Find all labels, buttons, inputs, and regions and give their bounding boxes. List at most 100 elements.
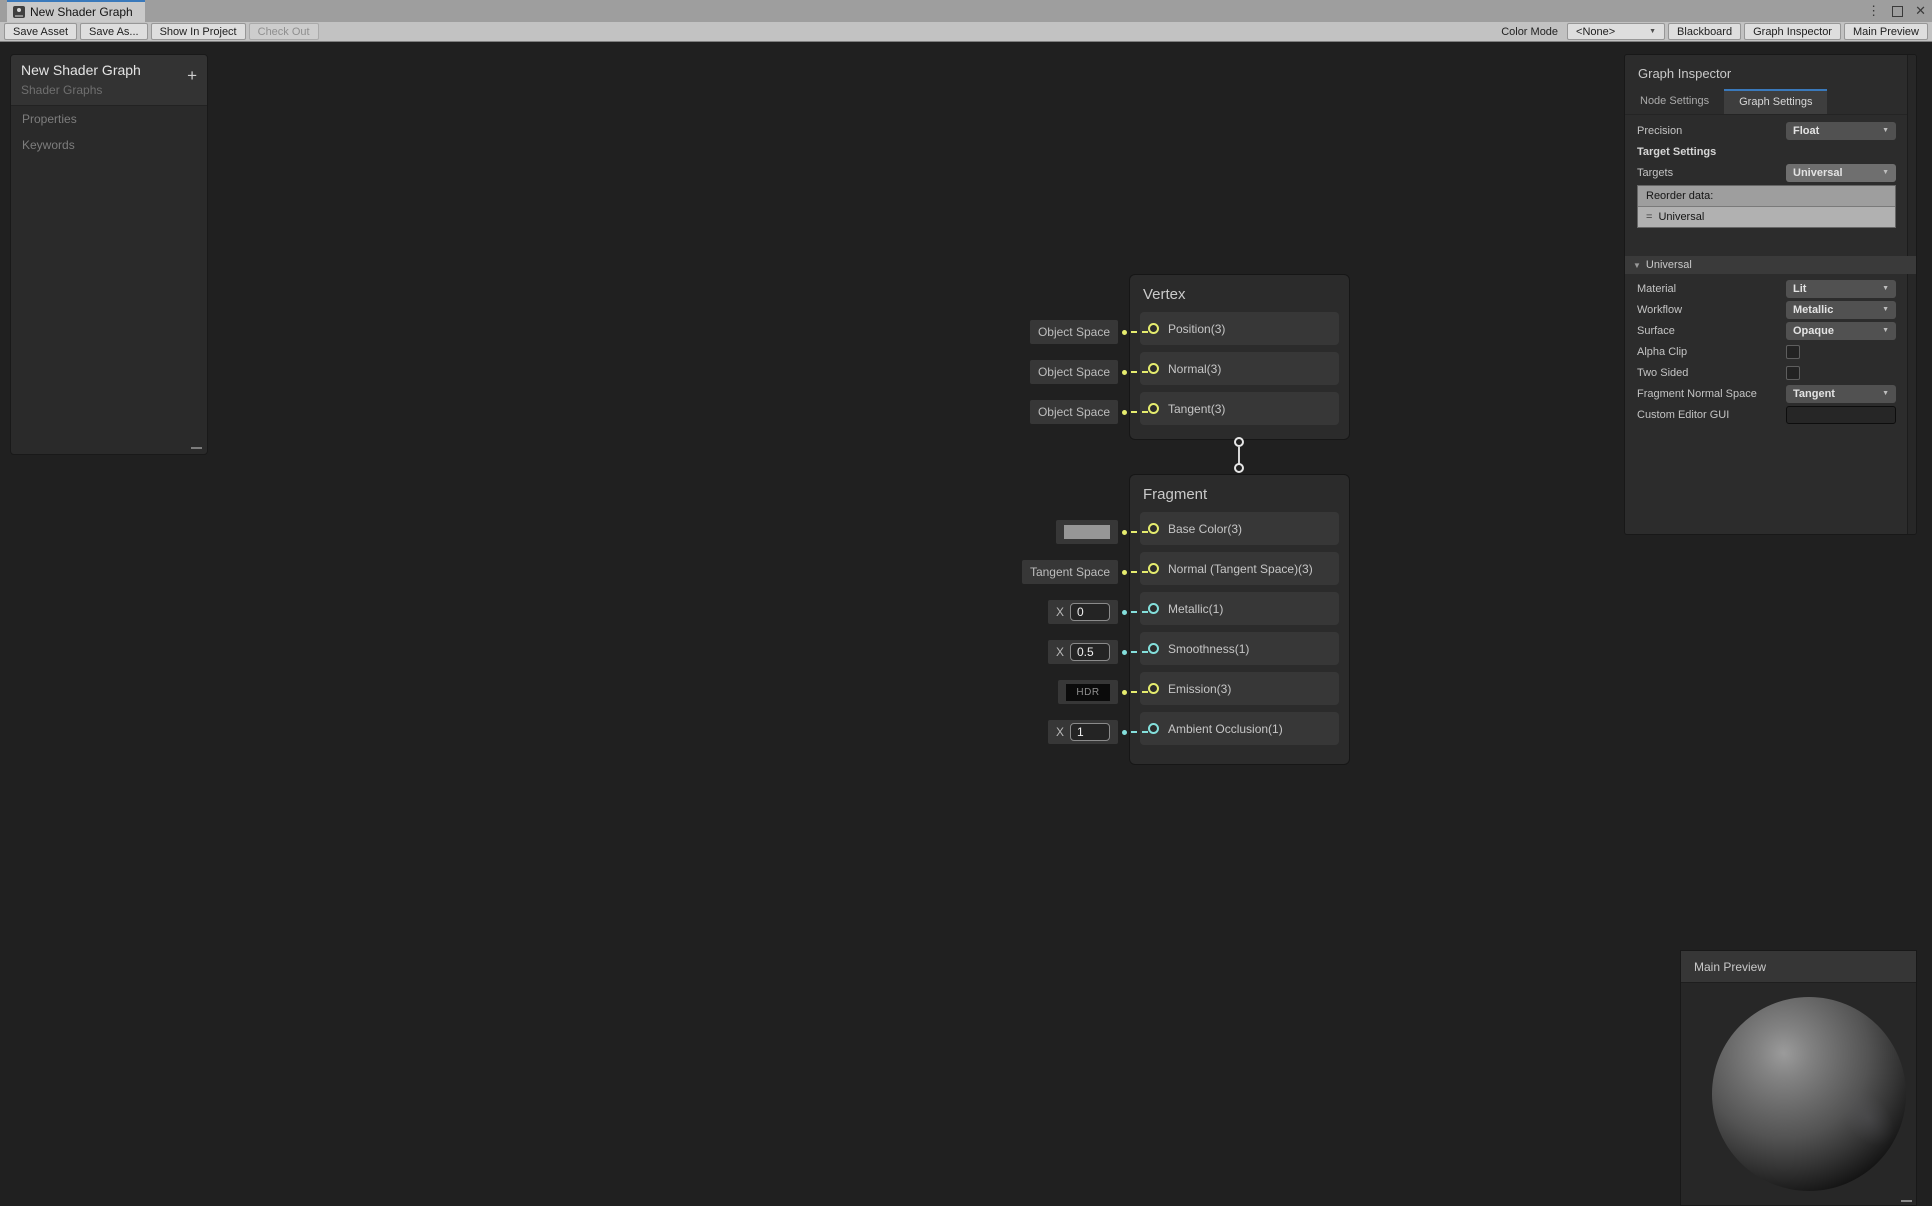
main-preview-toggle-button[interactable]: Main Preview: [1844, 23, 1928, 40]
blackboard-toggle-button[interactable]: Blackboard: [1668, 23, 1741, 40]
reorder-item-universal[interactable]: = Universal: [1638, 207, 1895, 227]
normal-ts-space-dropdown[interactable]: Tangent Space: [1022, 560, 1118, 584]
port-normal-ts-icon[interactable]: [1148, 563, 1159, 574]
vertex-slot-tangent[interactable]: Tangent(3): [1140, 392, 1339, 425]
title-bar: New Shader Graph ⋮ ✕: [0, 0, 1932, 22]
add-property-button[interactable]: +: [187, 69, 197, 83]
surface-value: Opaque: [1793, 325, 1834, 337]
port-emission-label: Emission(3): [1168, 682, 1231, 696]
edge-dot: [1122, 530, 1127, 535]
fragment-slot-smoothness[interactable]: Smoothness(1): [1140, 632, 1339, 665]
vertex-out-port-icon[interactable]: [1234, 437, 1244, 447]
preview-resize-handle[interactable]: [1901, 1200, 1912, 1202]
metallic-value-input[interactable]: 0: [1070, 603, 1110, 621]
graph-inspector-toggle-button[interactable]: Graph Inspector: [1744, 23, 1841, 40]
inspector-body: Precision Float ▼ Target Settings Target…: [1625, 115, 1916, 431]
fragment-normal-space-dropdown[interactable]: Tangent ▼: [1786, 385, 1896, 403]
port-smoothness-icon[interactable]: [1148, 643, 1159, 654]
preview-sphere[interactable]: [1712, 997, 1906, 1191]
position-space-dropdown[interactable]: Object Space: [1030, 320, 1118, 344]
surface-dropdown[interactable]: Opaque ▼: [1786, 322, 1896, 340]
port-normal-label: Normal(3): [1168, 362, 1221, 376]
surface-row: Surface Opaque ▼: [1637, 320, 1896, 341]
save-as-button[interactable]: Save As...: [80, 23, 148, 40]
surface-label: Surface: [1637, 325, 1786, 337]
precision-value: Float: [1793, 125, 1819, 137]
port-tangent-icon[interactable]: [1148, 403, 1159, 414]
edge-dot: [1122, 370, 1127, 375]
port-normal-icon[interactable]: [1148, 363, 1159, 374]
tangent-space-dropdown[interactable]: Object Space: [1030, 400, 1118, 424]
custom-editor-gui-input[interactable]: [1786, 406, 1896, 424]
vertex-slot-normal[interactable]: Normal(3): [1140, 352, 1339, 385]
smoothness-input-group: X 0.5: [1048, 640, 1118, 664]
workflow-dropdown[interactable]: Metallic ▼: [1786, 301, 1896, 319]
port-position-icon[interactable]: [1148, 323, 1159, 334]
fragment-slot-metallic[interactable]: Metallic(1): [1140, 592, 1339, 625]
fragment-normal-space-value: Tangent: [1793, 388, 1835, 400]
vertex-node[interactable]: Vertex Position(3) Normal(3) Tangent(3): [1129, 274, 1350, 440]
smoothness-value-input[interactable]: 0.5: [1070, 643, 1110, 661]
material-dropdown[interactable]: Lit ▼: [1786, 280, 1896, 298]
workflow-label: Workflow: [1637, 304, 1786, 316]
tab-new-shader-graph[interactable]: New Shader Graph: [7, 0, 145, 22]
fragment-slot-base-color[interactable]: Base Color(3): [1140, 512, 1339, 545]
show-in-project-button[interactable]: Show In Project: [151, 23, 246, 40]
precision-dropdown[interactable]: Float ▼: [1786, 122, 1896, 140]
blackboard-section-keywords[interactable]: Keywords: [11, 132, 207, 158]
fragment-in-port-icon[interactable]: [1234, 463, 1244, 473]
graph-canvas[interactable]: New Shader Graph Shader Graphs + Propert…: [0, 42, 1932, 1206]
two-sided-checkbox[interactable]: [1786, 366, 1800, 380]
window-controls: ⋮ ✕: [1867, 0, 1926, 22]
targets-dropdown[interactable]: Universal ▼: [1786, 164, 1896, 182]
blackboard-resize-handle[interactable]: [191, 447, 202, 449]
maximize-icon[interactable]: [1892, 6, 1903, 17]
position-space-value: Object Space: [1038, 325, 1110, 339]
chevron-down-icon: ▼: [1882, 390, 1889, 397]
window-menu-icon[interactable]: ⋮: [1867, 0, 1880, 22]
color-mode-dropdown[interactable]: <None> ▼: [1567, 23, 1665, 40]
fragment-slot-ambient-occlusion[interactable]: Ambient Occlusion(1): [1140, 712, 1339, 745]
edge-dot: [1122, 610, 1127, 615]
chevron-down-icon: ▼: [1882, 306, 1889, 313]
tab-graph-settings[interactable]: Graph Settings: [1724, 89, 1827, 114]
port-base-color-icon[interactable]: [1148, 523, 1159, 534]
color-swatch[interactable]: [1064, 525, 1110, 539]
ambient-occlusion-value-input[interactable]: 1: [1070, 723, 1110, 741]
edge-dot: [1122, 690, 1127, 695]
tab-label: New Shader Graph: [30, 5, 133, 19]
fragment-normal-space-label: Fragment Normal Space: [1637, 388, 1786, 400]
tab-node-settings[interactable]: Node Settings: [1625, 89, 1724, 114]
drag-handle-icon[interactable]: =: [1646, 211, 1651, 223]
port-ambient-occlusion-icon[interactable]: [1148, 723, 1159, 734]
material-label: Material: [1637, 283, 1786, 295]
alpha-clip-checkbox[interactable]: [1786, 345, 1800, 359]
fragment-node[interactable]: Fragment Base Color(3) Normal (Tangent S…: [1129, 474, 1350, 765]
port-emission-icon[interactable]: [1148, 683, 1159, 694]
close-icon[interactable]: ✕: [1915, 0, 1926, 22]
fragment-slot-emission[interactable]: Emission(3): [1140, 672, 1339, 705]
edge-dot: [1122, 330, 1127, 335]
blackboard-section-properties[interactable]: Properties: [11, 106, 207, 132]
graph-inspector-panel: Graph Inspector Node Settings Graph Sett…: [1624, 54, 1917, 535]
vertex-slot-position[interactable]: Position(3): [1140, 312, 1339, 345]
universal-foldout[interactable]: ▼ Universal: [1625, 256, 1916, 274]
workflow-row: Workflow Metallic ▼: [1637, 299, 1896, 320]
x-component-label: X: [1056, 725, 1064, 739]
port-position-label: Position(3): [1168, 322, 1225, 336]
chevron-down-icon: ▼: [1882, 169, 1889, 176]
port-tangent-label: Tangent(3): [1168, 402, 1225, 416]
chevron-down-icon: ▼: [1882, 127, 1889, 134]
port-metallic-icon[interactable]: [1148, 603, 1159, 614]
save-asset-button[interactable]: Save Asset: [4, 23, 77, 40]
two-sided-row: Two Sided: [1637, 362, 1896, 383]
material-row: Material Lit ▼: [1637, 278, 1896, 299]
material-value: Lit: [1793, 283, 1806, 295]
fragment-slot-normal-ts[interactable]: Normal (Tangent Space)(3): [1140, 552, 1339, 585]
base-color-picker[interactable]: [1056, 520, 1118, 544]
blackboard-panel: New Shader Graph Shader Graphs + Propert…: [10, 54, 208, 455]
normal-space-dropdown[interactable]: Object Space: [1030, 360, 1118, 384]
edge-dash: [1131, 331, 1148, 333]
emission-color-picker[interactable]: HDR: [1058, 680, 1118, 704]
graph-inspector-title: Graph Inspector: [1625, 55, 1916, 89]
